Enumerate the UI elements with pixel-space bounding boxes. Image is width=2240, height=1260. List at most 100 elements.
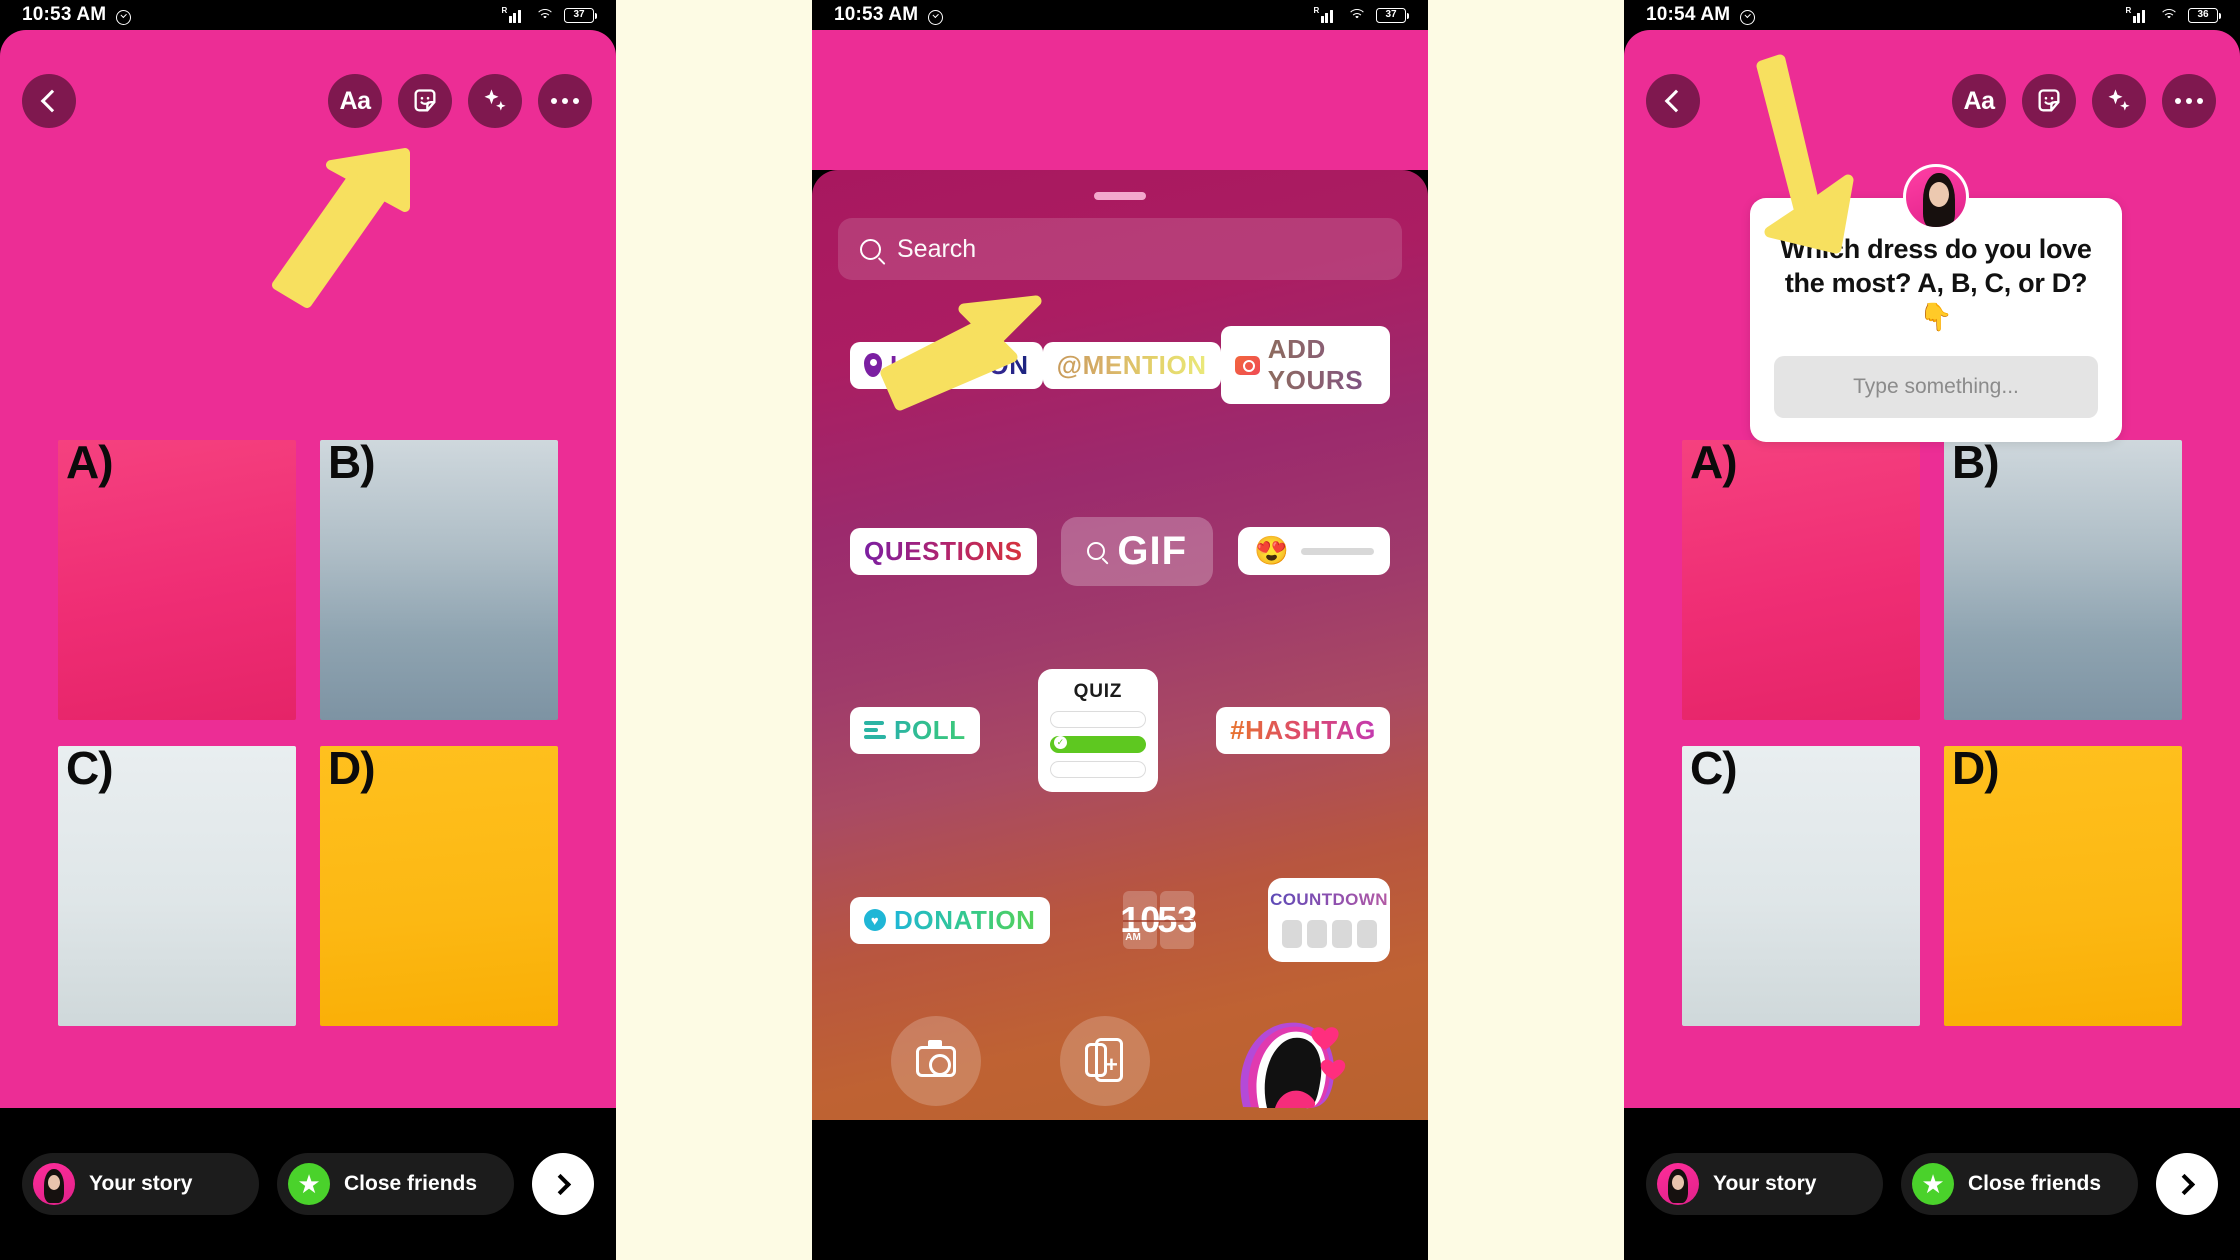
story-canvas-2-top — [812, 30, 1428, 170]
quiz-option — [1049, 760, 1146, 778]
avatar-sticker-icon — [1240, 1022, 1345, 1109]
emoji-slider-sticker[interactable]: 😍 — [1237, 527, 1390, 575]
your-story-button[interactable]: Your story — [22, 1153, 259, 1215]
search-icon — [860, 238, 881, 260]
time-sticker[interactable]: AM 10 53 — [1120, 891, 1197, 949]
heart-eyes-emoji-icon: 😍 — [1253, 535, 1289, 566]
status-right: R 37 — [502, 6, 597, 23]
camera-sticker-icon — [916, 1039, 957, 1077]
close-friends-label: Close friends — [1968, 1172, 2102, 1195]
story-canvas-1[interactable]: Aa A) B) C) D) — [0, 30, 616, 1138]
question-sticker[interactable]: Which dress do you love the most? A, B, … — [1750, 164, 2122, 443]
close-friends-button[interactable]: ★ Close friends — [1901, 1153, 2138, 1215]
donation-sticker[interactable]: ♥ DONATION — [850, 896, 1050, 944]
avatar — [33, 1163, 75, 1205]
search-icon — [1087, 542, 1106, 560]
battery-icon: 36 — [2188, 7, 2221, 23]
countdown-label: COUNTDOWN — [1270, 890, 1388, 909]
alarm-icon — [115, 7, 132, 25]
roaming-indicator: R — [1313, 5, 1320, 15]
question-answer-input[interactable]: Type something... — [1774, 356, 2098, 419]
more-options-button[interactable] — [538, 74, 592, 128]
sticker-smiley-icon — [2038, 89, 2060, 112]
option-label-d: D) — [1952, 746, 2000, 794]
effects-tool-button[interactable] — [468, 74, 522, 128]
your-story-button[interactable]: Your story — [1646, 1153, 1883, 1215]
photo-option-c[interactable]: C) — [1682, 746, 1920, 1026]
text-tool-button[interactable]: Aa — [1952, 74, 2006, 128]
sticker-tool-button[interactable] — [2022, 74, 2076, 128]
quiz-label: QUIZ — [1073, 680, 1123, 702]
gif-label: GIF — [1117, 528, 1188, 573]
slider-track[interactable] — [1300, 547, 1374, 555]
answer-placeholder: Type something... — [1853, 375, 2019, 399]
next-button[interactable] — [532, 1153, 594, 1215]
text-tool-label: Aa — [339, 86, 371, 115]
roaming-indicator: R — [501, 5, 508, 15]
quiz-option-correct — [1049, 735, 1146, 753]
more-options-button[interactable] — [2162, 74, 2216, 128]
sticker-row-1: LOCATION @MENTION ADD YOURS — [812, 326, 1428, 404]
photo-option-b[interactable]: B) — [320, 440, 558, 720]
photo-option-a[interactable]: A) — [58, 440, 296, 720]
heart-circle-icon: ♥ — [864, 909, 886, 931]
add-yours-sticker[interactable]: ADD YOURS — [1220, 326, 1390, 404]
sparkles-icon — [2108, 89, 2130, 111]
status-bar: 10:53 AM R 37 — [812, 0, 1428, 30]
story-toolbar: Aa — [1952, 74, 2216, 128]
your-story-label: Your story — [89, 1172, 193, 1195]
questions-sticker[interactable]: QUESTIONS — [850, 527, 1037, 575]
clock-divider — [1123, 920, 1195, 922]
quiz-sticker[interactable]: QUIZ — [1037, 668, 1158, 792]
location-sticker[interactable]: LOCATION — [850, 341, 1043, 389]
gif-sticker[interactable]: GIF — [1061, 516, 1214, 586]
photo-option-d[interactable]: D) — [1944, 746, 2182, 1026]
poll-sticker[interactable]: POLL — [850, 706, 980, 754]
text-tool-button[interactable]: Aa — [328, 74, 382, 128]
status-left: 10:53 AM — [834, 4, 944, 26]
camera-sticker-button[interactable] — [891, 1016, 982, 1106]
sticker-tool-button[interactable] — [398, 74, 452, 128]
model-figure-c — [125, 790, 265, 1026]
effects-tool-button[interactable] — [2092, 74, 2146, 128]
avatar-sticker-button[interactable] — [1229, 1011, 1349, 1111]
option-label-d: D) — [328, 746, 376, 794]
location-label: LOCATION — [890, 349, 1029, 380]
back-button[interactable] — [1646, 74, 1700, 128]
close-friends-button[interactable]: ★ Close friends — [277, 1153, 514, 1215]
sparkles-icon — [484, 89, 506, 111]
your-story-label: Your story — [1713, 1172, 1817, 1195]
chevron-left-icon — [40, 89, 63, 113]
photo-option-c[interactable]: C) — [58, 746, 296, 1026]
option-label-a: A) — [1690, 440, 1738, 488]
clock-meridiem: AM — [1125, 932, 1141, 943]
photo-option-b[interactable]: B) — [1944, 440, 2182, 720]
status-right: R 36 — [2126, 6, 2221, 23]
back-button[interactable] — [22, 74, 76, 128]
sticker-row-2: QUESTIONS GIF 😍 — [812, 515, 1428, 587]
countdown-sticker[interactable]: COUNTDOWN — [1268, 878, 1390, 962]
alarm-icon — [927, 7, 944, 25]
sticker-search[interactable]: Search — [838, 218, 1402, 280]
phone-panel-3: 10:54 AM R 36 Aa Which dress do you love… — [1624, 0, 2240, 1260]
alarm-icon — [1739, 7, 1756, 25]
hashtag-sticker[interactable]: #HASHTAG — [1216, 706, 1390, 754]
model-figure-a — [1791, 470, 1920, 720]
screenshot-stage: 10:53 AM R 37 Aa A) B) C) D) Your story … — [0, 0, 2240, 1260]
star-icon: ★ — [1912, 1163, 1954, 1205]
share-bar: Your story ★ Close friends — [0, 1108, 616, 1260]
story-canvas-3[interactable]: Aa Which dress do you love the most? A, … — [1624, 30, 2240, 1138]
multi-capture-button[interactable]: + — [1059, 1016, 1150, 1106]
question-text: Which dress do you love the most? A, B, … — [1780, 234, 2092, 333]
sticker-row-4: ♥ DONATION AM 10 53 COUNTDOWN — [812, 870, 1428, 970]
photo-option-d[interactable]: D) — [320, 746, 558, 1026]
text-tool-label: Aa — [1963, 86, 1995, 115]
model-figure-d — [415, 774, 558, 1026]
hashtag-label: #HASHTAG — [1230, 714, 1376, 745]
photo-option-a[interactable]: A) — [1682, 440, 1920, 720]
mention-sticker[interactable]: @MENTION — [1042, 341, 1221, 389]
status-left: 10:54 AM — [1646, 4, 1756, 26]
chevron-right-icon — [549, 1173, 572, 1195]
next-button[interactable] — [2156, 1153, 2218, 1215]
option-label-c: C) — [66, 746, 114, 794]
